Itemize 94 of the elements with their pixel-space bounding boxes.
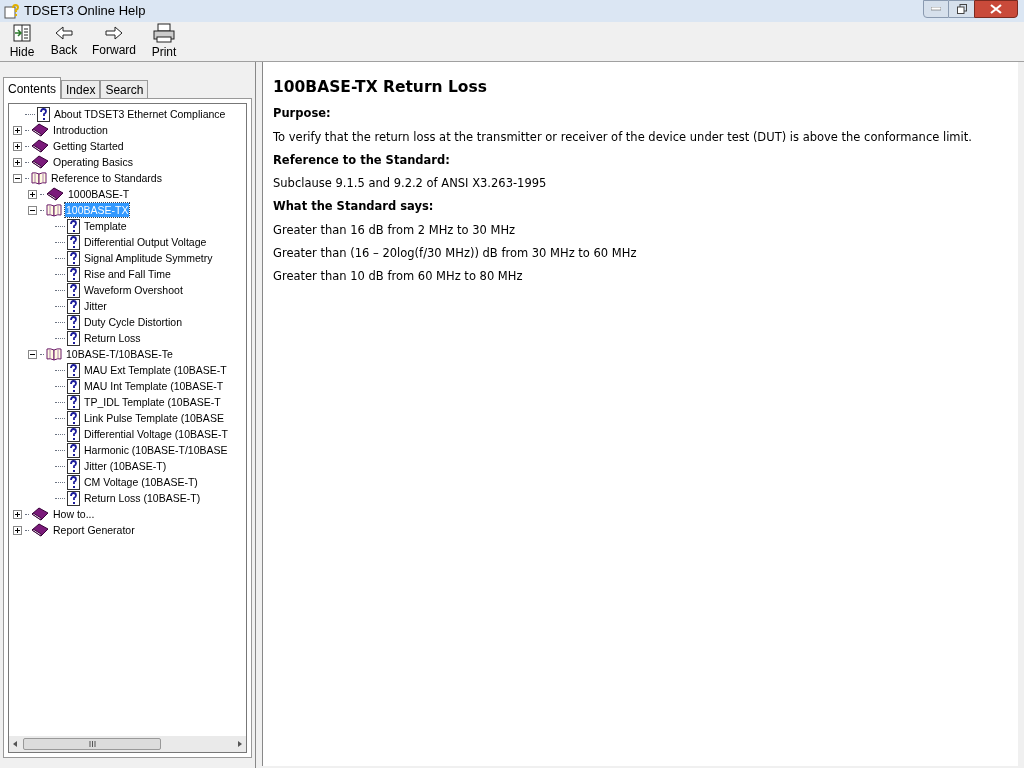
help-page-icon <box>67 218 80 234</box>
help-page-icon <box>67 442 80 458</box>
help-page-icon <box>67 298 80 314</box>
tab[interactable]: Search <box>100 80 149 98</box>
help-page-icon <box>67 490 80 506</box>
tree-item[interactable]: How to... <box>52 507 96 521</box>
closed-book-icon <box>31 507 49 521</box>
open-book-icon <box>46 347 62 361</box>
tree-item[interactable]: Introduction <box>52 123 109 137</box>
scroll-left-icon[interactable] <box>11 740 19 748</box>
help-page-icon <box>67 250 80 266</box>
section-heading: What the Standard says: <box>273 198 435 216</box>
paragraph: Greater than 10 dB from 60 MHz to 80 MHz <box>273 268 524 285</box>
section-heading: Purpose: <box>273 105 332 123</box>
tree-item[interactable]: MAU Ext Template (10BASE-T <box>83 363 228 377</box>
close-icon <box>990 4 1002 14</box>
tree-item[interactable]: Operating Basics <box>52 155 134 169</box>
tree-item[interactable]: Duty Cycle Distortion <box>83 315 184 329</box>
toolbar-button[interactable]: Hide <box>4 22 40 61</box>
open-book-icon <box>31 171 47 185</box>
help-page-icon <box>67 234 80 250</box>
tree-item[interactable]: Differential Voltage (10BASE-T <box>83 427 229 441</box>
tab[interactable]: Contents <box>3 77 62 99</box>
expand-icon[interactable] <box>12 509 22 519</box>
expand-icon[interactable] <box>27 189 37 199</box>
paragraph: To verify that the return loss at the transmitter or receiver of the device under test (DUT) is above the conformance limit. <box>273 128 973 146</box>
expand-icon[interactable] <box>12 125 22 135</box>
tree-item[interactable]: TP_IDL Template (10BASE-T <box>83 395 222 409</box>
expand-icon[interactable] <box>12 141 22 151</box>
open-book-icon <box>46 203 62 217</box>
toolbar-button[interactable]: Print <box>146 22 182 61</box>
closed-book-icon <box>31 155 49 169</box>
tree-item[interactable]: Differential Output Voltage <box>83 235 208 249</box>
tree-item[interactable]: 1000BASE-T <box>67 187 131 201</box>
tree-item[interactable]: Harmonic (10BASE-T/10BASE <box>83 443 229 457</box>
scrollbar-thumb[interactable] <box>23 738 161 750</box>
article-title: 100BASE-TX Return Loss <box>273 77 488 98</box>
help-book-icon <box>4 3 20 19</box>
tree-item[interactable]: Return Loss <box>83 331 142 345</box>
help-page-icon <box>37 106 50 122</box>
tree-item[interactable]: Return Loss (10BASE-T) <box>83 491 202 505</box>
help-page-icon <box>67 394 80 410</box>
help-page-icon <box>67 362 80 378</box>
window-title: TDSET3 Online Help <box>24 2 146 21</box>
tree-item[interactable]: Getting Started <box>52 139 125 153</box>
help-page-icon <box>67 378 80 394</box>
help-page-icon <box>67 314 80 330</box>
tree-item[interactable]: 10BASE-T/10BASE-Te <box>65 347 174 361</box>
paragraph: Greater than (16 – 20log(f/30 MHz)) dB from 30 MHz to 60 MHz <box>273 244 638 262</box>
back-arrow-icon <box>54 24 74 41</box>
grip-icon <box>88 741 96 747</box>
help-page-icon <box>67 266 80 282</box>
tree-item[interactable]: Report Generator <box>52 523 136 537</box>
help-page-icon <box>67 330 80 346</box>
restore-icon <box>956 4 967 14</box>
toolbar-button[interactable]: Back <box>46 24 82 59</box>
minimize-icon <box>931 7 941 11</box>
section-heading: Reference to the Standard: <box>273 151 451 169</box>
help-page-icon <box>67 410 80 426</box>
help-page-icon <box>67 426 80 442</box>
collapse-icon[interactable] <box>12 173 22 183</box>
tree-item[interactable]: Waveform Overshoot <box>83 283 184 297</box>
paragraph: Subclause 9.1.5 and 9.2.2 of ANSI X3.263-1995 <box>273 175 548 192</box>
printer-icon <box>153 22 175 43</box>
toolbar-button[interactable]: Forward <box>88 24 140 59</box>
help-page-icon <box>67 282 80 298</box>
collapse-icon[interactable] <box>27 349 37 359</box>
tree-item[interactable]: Template <box>83 219 128 233</box>
tree-item[interactable]: About TDSET3 Ethernet Compliance <box>53 107 227 121</box>
tab[interactable]: Index <box>61 80 101 98</box>
tree-item[interactable]: Jitter <box>83 299 108 313</box>
help-page-icon <box>67 458 80 474</box>
panel-icon <box>12 22 32 43</box>
paragraph: Greater than 16 dB from 2 MHz to 30 MHz <box>273 221 517 239</box>
tree-item[interactable]: CM Voltage (10BASE-T) <box>83 475 199 489</box>
close-button[interactable] <box>974 0 1018 18</box>
tree-item[interactable]: Reference to Standards <box>50 171 163 185</box>
expand-icon[interactable] <box>12 157 22 167</box>
tree-item[interactable]: Signal Amplitude Symmetry <box>83 251 214 265</box>
closed-book-icon <box>46 187 64 201</box>
scroll-right-icon[interactable] <box>236 740 244 748</box>
forward-arrow-icon <box>104 24 124 41</box>
tree-item[interactable]: Rise and Fall Time <box>83 267 172 281</box>
tree-item[interactable]: Jitter (10BASE-T) <box>83 459 168 473</box>
closed-book-icon <box>31 523 49 537</box>
closed-book-icon <box>31 123 49 137</box>
expand-icon[interactable] <box>12 525 22 535</box>
horizontal-scrollbar[interactable] <box>9 736 246 752</box>
tree-item[interactable]: MAU Int Template (10BASE-T <box>83 379 225 393</box>
collapse-icon[interactable] <box>27 205 37 215</box>
tree-item[interactable]: Link Pulse Template (10BASE <box>83 411 225 425</box>
closed-book-icon <box>31 139 49 153</box>
help-page-icon <box>67 474 80 490</box>
restore-button[interactable] <box>949 0 974 18</box>
